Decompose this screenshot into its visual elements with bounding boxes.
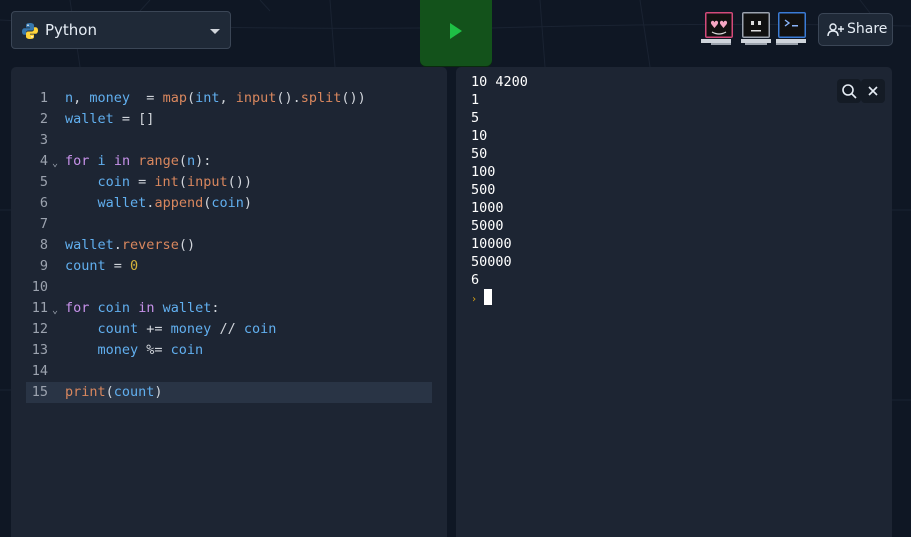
line-number: 4 — [39, 153, 48, 169]
code-editor[interactable]: 1 n, money = map(int, input().split()) 2 wa… — [11, 67, 447, 537]
line-code: count = 0 — [65, 258, 139, 274]
console-panel[interactable]: 10 4200 1 5 10 50 100 500 1000 5000 10000 50000 6 › — [456, 67, 892, 537]
console-output-line: 10000 — [471, 236, 512, 252]
svg-text:♥♥: ♥♥ — [710, 20, 728, 31]
language-label: Python — [45, 21, 97, 39]
code-line[interactable]: 8 wallet.reverse() — [26, 235, 432, 256]
console-output-line: 1 — [471, 92, 480, 108]
code-line[interactable]: 10 — [26, 277, 432, 298]
code-line[interactable]: 9 count = 0 — [26, 256, 432, 277]
console-output-line: 50 — [471, 146, 488, 162]
play-icon — [450, 23, 462, 39]
fold-chevron-icon[interactable]: ⌄ — [52, 153, 58, 174]
code-line[interactable]: 1 n, money = map(int, input().split()) — [26, 88, 432, 109]
line-code: n, money = map(int, input().split()) — [65, 90, 366, 106]
console-output-line: 100 — [471, 164, 496, 180]
line-code: money %= coin — [97, 342, 204, 358]
line-code: for i in range(n): — [65, 153, 212, 169]
code-line[interactable]: 4 ⌄ for i in range(n): — [26, 151, 432, 172]
line-code: wallet.append(coin) — [97, 195, 253, 211]
add-user-icon — [827, 23, 844, 37]
line-code: wallet.reverse() — [65, 237, 196, 253]
console-output-line: 5000 — [471, 218, 504, 234]
line-code: coin = int(input()) — [97, 174, 252, 190]
line-code: wallet = [] — [65, 111, 155, 127]
line-number: 10 — [31, 279, 48, 295]
console-output-line: 50000 — [471, 254, 512, 270]
console-output: 10 4200 1 5 10 50 100 500 1000 5000 10000 50000 6 › — [471, 73, 528, 307]
line-number: 15 — [31, 384, 48, 400]
console-input-line[interactable]: › — [471, 289, 528, 307]
search-icon — [842, 84, 857, 99]
line-code: for coin in wallet: — [65, 300, 220, 316]
line-number: 5 — [39, 174, 48, 190]
code-line[interactable]: 6 wallet.append(coin) — [26, 193, 432, 214]
console-output-line: 1000 — [471, 200, 504, 216]
run-button[interactable] — [420, 0, 492, 66]
prompt-icon: › — [471, 294, 478, 305]
line-number: 1 — [39, 90, 48, 106]
line-number: 13 — [31, 342, 48, 358]
close-icon — [868, 86, 878, 96]
console-output-line: 500 — [471, 182, 496, 198]
language-selector[interactable]: Python — [11, 11, 231, 49]
code-line[interactable]: 14 — [26, 361, 432, 382]
console-output-line: 6 — [471, 272, 480, 288]
code-line[interactable]: 13 money %= coin — [26, 340, 432, 361]
line-number: 3 — [39, 132, 48, 148]
line-number: 14 — [31, 363, 48, 379]
chevron-down-icon — [210, 29, 220, 34]
line-number: 2 — [39, 111, 48, 127]
fold-chevron-icon[interactable]: ⌄ — [52, 300, 58, 321]
avatar-terminal-icon[interactable] — [775, 11, 809, 47]
share-button[interactable]: Share — [818, 13, 893, 46]
console-close-button[interactable] — [861, 79, 885, 103]
line-number: 7 — [39, 216, 48, 232]
code-line[interactable]: 12 count += money // coin — [26, 319, 432, 340]
console-output-line: 10 — [471, 128, 488, 144]
python-logo-icon — [22, 23, 38, 39]
line-number: 6 — [39, 195, 48, 211]
code-line[interactable]: 3 — [26, 130, 432, 151]
console-search-button[interactable] — [837, 79, 861, 103]
line-number: 8 — [39, 237, 48, 253]
line-code: count += money // coin — [97, 321, 277, 337]
line-number: 12 — [31, 321, 48, 337]
share-label: Share — [847, 21, 888, 37]
code-line[interactable]: 7 — [26, 214, 432, 235]
avatar-neutral-icon[interactable] — [739, 11, 773, 47]
avatar-love-icon[interactable]: ♥♥ — [701, 11, 735, 47]
console-output-line: 10 4200 — [471, 74, 528, 90]
code-line[interactable]: 15 print(count) — [26, 382, 432, 403]
line-number: 9 — [39, 258, 48, 274]
code-line[interactable]: 2 wallet = [] — [26, 109, 432, 130]
console-output-line: 5 — [471, 110, 480, 126]
text-cursor — [484, 289, 493, 305]
line-number: 11 — [31, 300, 48, 316]
code-line[interactable]: 11 ⌄ for coin in wallet: — [26, 298, 432, 319]
line-code: print(count) — [65, 384, 163, 400]
code-line[interactable]: 5 coin = int(input()) — [26, 172, 432, 193]
